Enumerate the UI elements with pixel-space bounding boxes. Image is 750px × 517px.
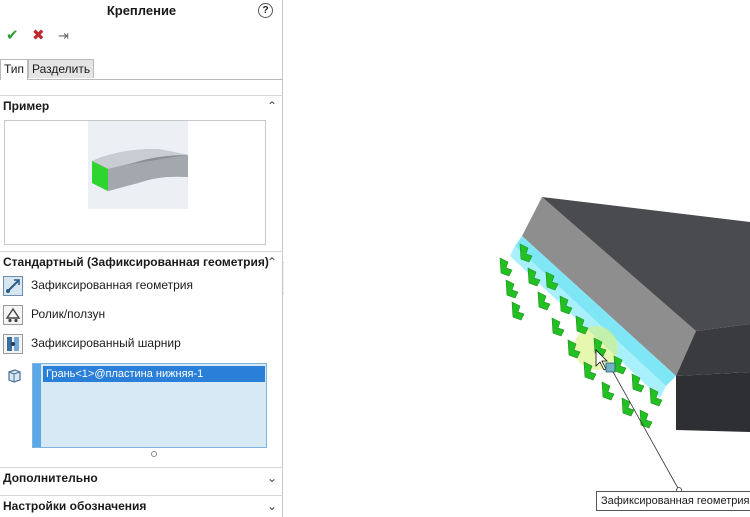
graphics-viewport[interactable]: Зафиксированная геометрия: — [284, 0, 750, 517]
section-example-header[interactable]: Пример ⌃ — [0, 95, 283, 117]
model-view — [499, 197, 750, 493]
lower-block-front — [676, 372, 750, 432]
help-icon[interactable]: ? — [258, 3, 273, 18]
tab-type[interactable]: Тип — [0, 59, 29, 80]
example-image — [88, 121, 188, 209]
section-advanced-title: Дополнительно — [3, 471, 98, 485]
roller-slider-icon[interactable] — [3, 305, 23, 325]
section-example-title: Пример — [3, 99, 50, 113]
selection-tooltip: Зафиксированная геометрия: — [596, 491, 750, 511]
chevron-up-icon[interactable]: ⌃ — [267, 96, 277, 116]
cancel-button[interactable]: ✖ — [32, 26, 45, 46]
example-preview — [4, 120, 266, 245]
option-label: Зафиксированная геометрия — [31, 278, 193, 292]
cursor-face-badge-icon — [605, 362, 616, 373]
resize-handle[interactable] — [151, 451, 157, 457]
option-label: Ролик/ползун — [31, 307, 106, 321]
section-symbol-settings-header[interactable]: Настройки обозначения ⌄ — [0, 495, 283, 517]
panel-title: Крепление — [106, 3, 177, 18]
selection-focus-strip — [33, 364, 41, 447]
leader-line — [611, 369, 680, 491]
option-roller-slider[interactable]: Ролик/ползун — [3, 305, 273, 327]
chevron-down-icon[interactable]: ⌄ — [267, 496, 277, 516]
section-advanced-header[interactable]: Дополнительно ⌄ — [0, 467, 283, 489]
property-manager-panel: Крепление ? ✔ ✖ ⇥ Тип Разделить Пример ⌃… — [0, 0, 283, 517]
fixed-hinge-icon[interactable] — [3, 334, 23, 354]
selection-item[interactable]: Грань<1>@пластина нижняя-1 — [43, 366, 265, 382]
tab-split[interactable]: Разделить — [28, 59, 95, 78]
ok-button[interactable]: ✔ — [6, 26, 19, 46]
option-label: Зафиксированный шарнир — [31, 336, 181, 350]
chevron-down-icon[interactable]: ⌄ — [267, 468, 277, 488]
option-fixed-hinge[interactable]: Зафиксированный шарнир — [3, 334, 273, 356]
pin-button[interactable]: ⇥ — [58, 26, 69, 46]
section-standard-title: Стандартный (Зафиксированная геометрия) — [3, 255, 269, 269]
selection-list[interactable]: Грань<1>@пластина нижняя-1 — [32, 363, 267, 448]
chevron-up-icon[interactable]: ⌃ — [267, 252, 277, 272]
section-symbol-settings-title: Настройки обозначения — [3, 499, 147, 513]
fixed-geometry-icon[interactable] — [3, 276, 23, 296]
face-selection-icon — [6, 368, 22, 384]
option-fixed-geometry[interactable]: Зафиксированная геометрия — [3, 276, 273, 298]
tab-bar: Тип Разделить — [0, 59, 283, 80]
section-standard-header[interactable]: Стандартный (Зафиксированная геометрия) … — [0, 251, 283, 273]
